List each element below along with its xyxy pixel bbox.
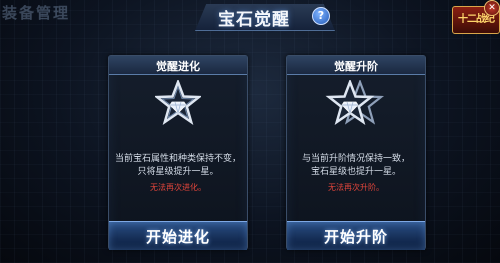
description-line: 与当前升阶情况保持一致， (301, 154, 410, 164)
awaken-evolve-card: 觉醒进化 当前宝石属性和种类保持不变， 只将星级提升一星。 无法再次进化。 开始… (108, 55, 248, 250)
card-warning: 无法再次进化。 (150, 183, 206, 192)
description-line: 只将星级提升一星。 (137, 167, 219, 177)
button-label: 开始进化 (145, 228, 210, 246)
button-label: 开始升阶 (323, 228, 388, 246)
start-evolve-button[interactable]: 开始进化 (109, 221, 247, 250)
description-line: 当前宝石属性和种类保持不变， (114, 154, 241, 164)
dialog-title: 宝石觉醒 (218, 10, 290, 30)
star-gem-icon (155, 80, 201, 125)
background-menu-label: 装备管理 (2, 4, 71, 22)
card-description: 与当前升阶情况保持一致， 宝石星级也提升一星。 (291, 153, 421, 179)
start-ascend-button[interactable]: 开始升阶 (287, 221, 425, 250)
double-star-gem-icon (325, 80, 385, 125)
help-icon[interactable]: ? (312, 7, 330, 25)
card-title: 觉醒进化 (156, 60, 200, 73)
description-line: 宝石星级也提升一星。 (310, 167, 401, 177)
card-description: 当前宝石属性和种类保持不变， 只将星级提升一星。 (113, 153, 243, 179)
game-logo-text: 十二战纪 (458, 14, 495, 25)
card-title: 觉醒升阶 (334, 60, 378, 73)
close-icon[interactable]: ✕ (484, 0, 500, 16)
card-warning: 无法再次升阶。 (328, 183, 384, 192)
awaken-ascend-card: 觉醒升阶 与当前升阶情况保持一致， 宝石星级也提升一星。 无法再次升阶。 开始升… (286, 55, 426, 250)
